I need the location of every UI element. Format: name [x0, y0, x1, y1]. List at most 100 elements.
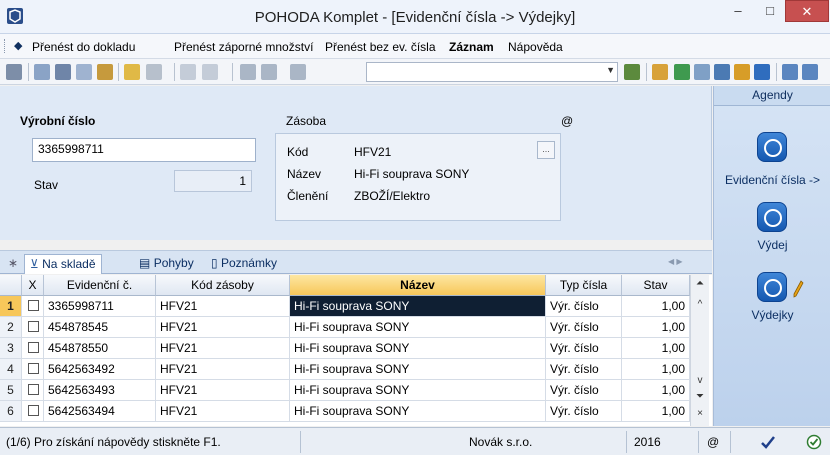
scroll-top-icon[interactable]: ⏶ — [692, 278, 708, 289]
help-icon[interactable] — [802, 64, 818, 80]
checkbox-icon[interactable] — [28, 363, 39, 374]
kod-lookup-button[interactable]: ... — [537, 141, 555, 159]
tab-pohyby[interactable]: ▤ Pohyby — [134, 254, 199, 274]
tab-na-sklade[interactable]: ⊻ Na skladě — [24, 254, 102, 274]
column-header-evidencni-c[interactable]: Evidenční č. — [44, 275, 156, 296]
export-icon[interactable] — [97, 64, 113, 80]
edit-icon[interactable] — [146, 64, 162, 80]
filter-icon[interactable] — [624, 64, 640, 80]
cell-typ-cisla[interactable]: Výr. číslo — [546, 401, 622, 422]
column-header-x[interactable]: X — [22, 275, 44, 296]
cell-stav[interactable]: 1,00 — [622, 359, 690, 380]
cell-evidencni-c[interactable]: 5642563492 — [44, 359, 156, 380]
toolbar-grip-icon[interactable] — [6, 64, 22, 80]
cell-nazev[interactable]: Hi-Fi souprava SONY — [290, 338, 546, 359]
cell-typ-cisla[interactable]: Výr. číslo — [546, 317, 622, 338]
cell-evidencni-c[interactable]: 3365998711 — [44, 296, 156, 317]
cell-nazev[interactable]: Hi-Fi souprava SONY — [290, 296, 546, 317]
cell-evidencni-c[interactable]: 5642563493 — [44, 380, 156, 401]
menu-zaznam[interactable]: Záznam — [449, 40, 494, 54]
cell-evidencni-c[interactable]: 454878550 — [44, 338, 156, 359]
at-sign-icon[interactable]: @ — [561, 114, 573, 128]
cell-kod-zasoby[interactable]: HFV21 — [156, 359, 290, 380]
pohoda-agenda-icon[interactable] — [757, 132, 787, 162]
cell-typ-cisla[interactable]: Výr. číslo — [546, 338, 622, 359]
scroll-up-icon[interactable]: ^ — [692, 299, 708, 310]
scroll-down-icon[interactable]: v — [692, 375, 708, 386]
menu-arrow-icon[interactable]: ◆ — [14, 39, 22, 52]
at-sign-icon[interactable]: @ — [707, 435, 719, 449]
cell-typ-cisla[interactable]: Výr. číslo — [546, 359, 622, 380]
menu-grip[interactable] — [4, 39, 7, 53]
minimize-button[interactable]: – — [724, 0, 752, 22]
table-icon[interactable] — [714, 64, 730, 80]
menu-prenest-bez-ev-cisla[interactable]: Přenést bez ev. čísla — [325, 40, 436, 54]
maximize-button[interactable]: □ — [756, 0, 784, 22]
scroll-corner-icon[interactable]: × — [692, 408, 708, 419]
chevron-down-icon[interactable]: ▼ — [606, 65, 615, 75]
vyrobni-cislo-input[interactable]: 3365998711 — [32, 138, 256, 162]
duplicate-icon[interactable] — [290, 64, 306, 80]
money-icon[interactable] — [734, 64, 750, 80]
cell-stav[interactable]: 1,00 — [622, 401, 690, 422]
tag-icon[interactable] — [674, 64, 690, 80]
row-checkbox[interactable] — [22, 401, 44, 422]
cell-stav[interactable]: 1,00 — [622, 317, 690, 338]
tab-star-icon[interactable]: ∗ — [8, 256, 18, 270]
menu-napoveda[interactable]: Nápověda — [508, 40, 563, 54]
checkbox-icon[interactable] — [28, 321, 39, 332]
grid-scrollbar[interactable]: ⏶ ^ v ⏷ × — [690, 275, 709, 426]
agenda-item-vydejky[interactable]: Výdejky — [714, 308, 830, 322]
cell-kod-zasoby[interactable]: HFV21 — [156, 296, 290, 317]
checkbox-icon[interactable] — [28, 300, 39, 311]
row-checkbox[interactable] — [22, 338, 44, 359]
column-header-stav[interactable]: Stav — [622, 275, 690, 296]
row-checkbox[interactable] — [22, 359, 44, 380]
cell-typ-cisla[interactable]: Výr. číslo — [546, 380, 622, 401]
calculator-icon[interactable] — [694, 64, 710, 80]
print-icon[interactable] — [55, 64, 71, 80]
checkbox-icon[interactable] — [28, 384, 39, 395]
row-number[interactable]: 1 — [0, 296, 22, 317]
cell-evidencni-c[interactable]: 5642563494 — [44, 401, 156, 422]
cell-stav[interactable]: 1,00 — [622, 296, 690, 317]
cell-stav[interactable]: 1,00 — [622, 338, 690, 359]
checkbox-icon[interactable] — [28, 405, 39, 416]
row-checkbox[interactable] — [22, 296, 44, 317]
cell-stav[interactable]: 1,00 — [622, 380, 690, 401]
cell-typ-cisla[interactable]: Výr. číslo — [546, 296, 622, 317]
agenda-item-vydej[interactable]: Výdej — [714, 238, 830, 252]
tab-poznamky[interactable]: ▯ Poznámky — [206, 254, 282, 274]
cell-nazev[interactable]: Hi-Fi souprava SONY — [290, 380, 546, 401]
checkbox-icon[interactable] — [28, 342, 39, 353]
row-number[interactable]: 5 — [0, 380, 22, 401]
cell-evidencni-c[interactable]: 454878545 — [44, 317, 156, 338]
pohoda-agenda-icon[interactable] — [757, 202, 787, 232]
check-circle-icon[interactable] — [806, 434, 822, 450]
toolbar-search-combo[interactable]: ▼ — [366, 62, 618, 82]
pohoda-agenda-edit-icon[interactable] — [757, 272, 787, 302]
row-checkbox[interactable] — [22, 380, 44, 401]
row-checkbox[interactable] — [22, 317, 44, 338]
print-preview-icon[interactable] — [76, 64, 92, 80]
column-header-typ-cisla[interactable]: Typ čísla — [546, 275, 622, 296]
cell-nazev[interactable]: Hi-Fi souprava SONY — [290, 401, 546, 422]
new-record-icon[interactable] — [124, 64, 140, 80]
agenda-item-evidencni-cisla[interactable]: Evidenční čísla -> — [714, 173, 830, 187]
menu-prenest-zaporne[interactable]: Přenést záporné množství — [174, 40, 313, 54]
cell-kod-zasoby[interactable]: HFV21 — [156, 380, 290, 401]
row-number[interactable]: 2 — [0, 317, 22, 338]
cell-nazev[interactable]: Hi-Fi souprava SONY — [290, 359, 546, 380]
cell-kod-zasoby[interactable]: HFV21 — [156, 338, 290, 359]
cell-kod-zasoby[interactable]: HFV21 — [156, 317, 290, 338]
forward-arrow-icon[interactable] — [202, 64, 218, 80]
row-number[interactable]: 6 — [0, 401, 22, 422]
save-all-icon[interactable] — [261, 64, 277, 80]
row-number[interactable]: 4 — [0, 359, 22, 380]
tools-icon[interactable] — [652, 64, 668, 80]
cell-kod-zasoby[interactable]: HFV21 — [156, 401, 290, 422]
column-header-kod-zasoby[interactable]: Kód zásoby — [156, 275, 290, 296]
iban-icon[interactable] — [754, 64, 770, 80]
scroll-bottom-icon[interactable]: ⏷ — [692, 391, 708, 402]
window-list-icon[interactable] — [782, 64, 798, 80]
